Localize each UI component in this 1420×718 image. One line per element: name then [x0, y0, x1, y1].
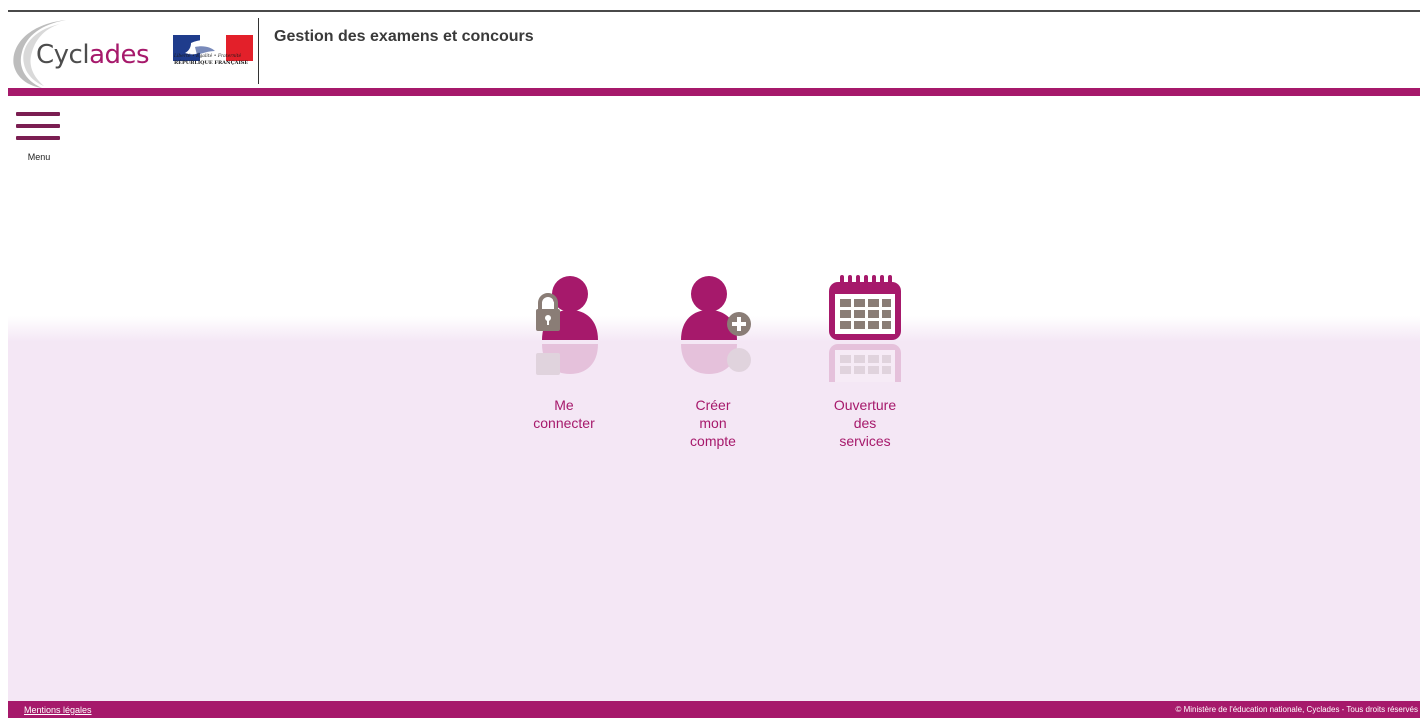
header: Cyclades Liberté • Égalité • Fraternité …	[8, 12, 1420, 88]
tile-create-account-label: Créer mon compte	[690, 397, 736, 449]
marianne-flag-icon	[173, 35, 253, 61]
header-divider	[258, 18, 259, 84]
user-add-reflection-icon	[681, 344, 751, 374]
tile-login[interactable]: Me connecter	[514, 274, 614, 454]
copyright-text: © Ministère de l'éducation nationale, Cy…	[1175, 705, 1418, 714]
legal-notice-link[interactable]: Mentions légales	[24, 705, 92, 715]
hamburger-icon	[16, 112, 60, 116]
user-lock-icon	[536, 276, 598, 340]
user-add-icon	[681, 276, 751, 340]
header-accent-bar	[8, 88, 1420, 96]
page-title: Gestion des examens et concours	[274, 28, 534, 45]
page-frame: Cyclades Liberté • Égalité • Fraternité …	[8, 10, 1420, 718]
user-lock-reflection-icon	[536, 344, 598, 375]
tile-create-account[interactable]: Créer mon compte	[663, 274, 763, 454]
hamburger-icon	[16, 136, 60, 140]
republic-motto: Liberté • Égalité • Fraternité	[174, 54, 242, 59]
menu-button[interactable]: Menu	[16, 110, 62, 162]
tile-login-label: Me connecter	[533, 397, 595, 431]
tile-services-opening[interactable]: Ouverture des services	[815, 274, 915, 454]
calendar-reflection-icon	[829, 344, 901, 382]
cyclades-logo[interactable]: Cyclades	[8, 16, 158, 88]
republic-name: RÉPUBLIQUE FRANÇAISE	[174, 60, 249, 66]
footer: Mentions légales © Ministère de l'éducat…	[8, 701, 1420, 718]
menu-label: Menu	[27, 152, 51, 162]
calendar-icon	[829, 275, 901, 340]
hamburger-icon	[16, 124, 60, 128]
tile-services-opening-label: Ouverture des services	[833, 397, 897, 449]
logo-text: Cyclades	[36, 40, 150, 70]
